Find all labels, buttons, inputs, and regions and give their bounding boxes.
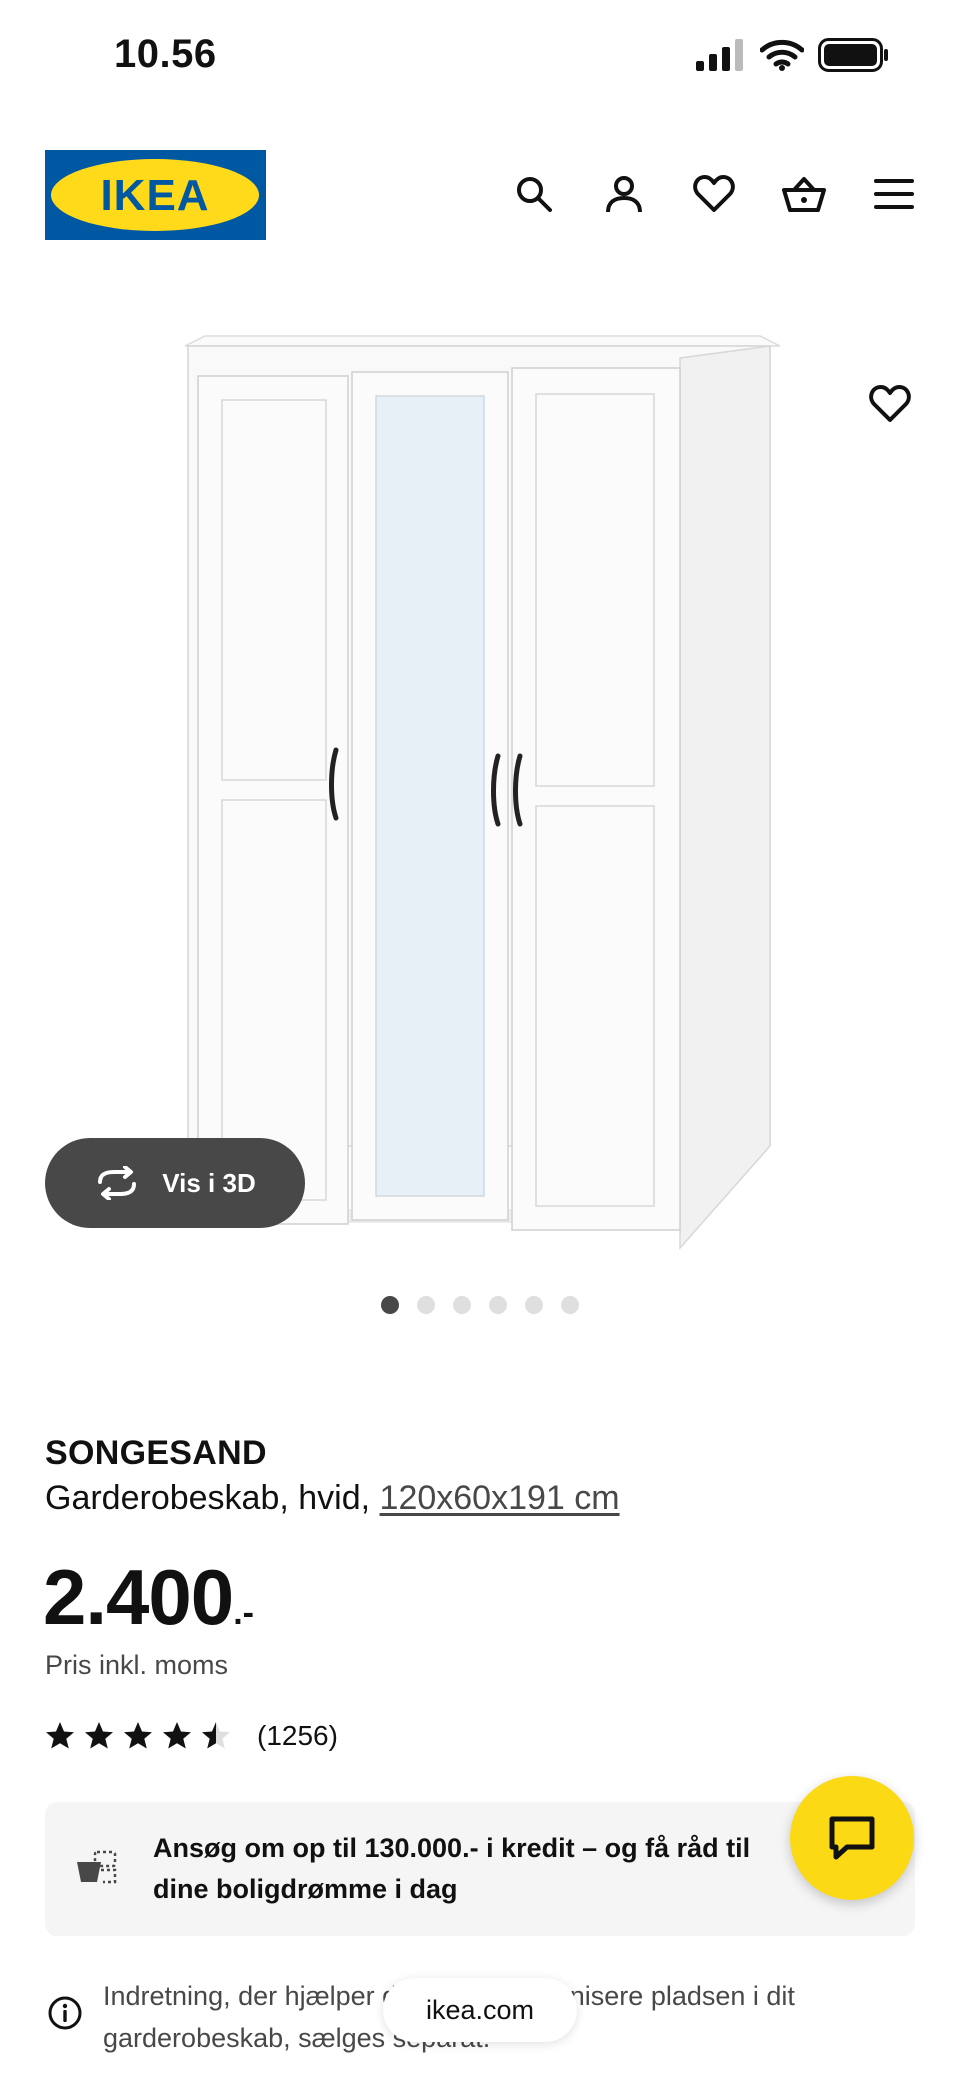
product-type: Garderobeskab, hvid, <box>45 1479 371 1517</box>
gallery-dot[interactable] <box>417 1296 435 1314</box>
product-wishlist-button[interactable] <box>860 374 920 434</box>
search-icon <box>517 177 552 212</box>
site-header: IKEA <box>0 150 960 242</box>
chat-button[interactable] <box>790 1776 914 1900</box>
star-icon <box>85 1722 113 1749</box>
price-suffix: .- <box>233 1594 254 1632</box>
wifi-icon <box>760 39 804 71</box>
wishlist-header-button[interactable] <box>688 168 740 220</box>
gallery-dot[interactable] <box>453 1296 471 1314</box>
review-count: (1256) <box>257 1720 338 1751</box>
credit-banner-text: Ansøg om op til 130.000.- i kredit – og … <box>153 1833 751 1904</box>
wardrobe-image <box>184 335 781 1250</box>
status-time: 10.56 <box>114 32 217 76</box>
browser-url: ikea.com <box>425 1994 535 2025</box>
star-icon <box>46 1722 74 1749</box>
view-in-3d-label: Vis i 3D <box>162 1167 256 1198</box>
gallery-dot[interactable] <box>525 1296 543 1314</box>
header-actions <box>508 168 920 220</box>
info-icon <box>48 1996 82 2030</box>
heart-icon <box>869 385 911 422</box>
search-button[interactable] <box>508 168 560 220</box>
price-amount: 2.400 <box>43 1553 234 1641</box>
star-icon <box>163 1722 191 1749</box>
gallery-dot[interactable] <box>489 1296 507 1314</box>
status-bar: 10.56 <box>0 0 960 115</box>
menu-icon <box>874 179 914 209</box>
status-icons <box>696 38 890 72</box>
svg-text:IKEA: IKEA <box>100 171 209 220</box>
gallery-dot[interactable] <box>561 1296 579 1314</box>
gallery-pagination <box>0 1296 960 1314</box>
gallery-dot[interactable] <box>381 1296 399 1314</box>
basket-icon <box>782 177 826 212</box>
product-image-gallery[interactable]: Vis i 3D <box>0 270 960 1270</box>
credit-banner[interactable]: Ansøg om op til 130.000.- i kredit – og … <box>45 1802 915 1936</box>
heart-icon <box>693 175 735 212</box>
view-in-3d-button[interactable]: Vis i 3D <box>45 1138 305 1228</box>
signal-icon <box>696 39 743 71</box>
star-icon <box>202 1722 230 1749</box>
product-dimensions-link[interactable]: 120x60x191 cm <box>380 1479 620 1517</box>
chat-icon <box>829 1816 875 1860</box>
ikea-logo[interactable]: IKEA <box>45 150 266 240</box>
browser-url-bar[interactable]: ikea.com <box>383 1978 577 2042</box>
star-icon <box>124 1722 152 1749</box>
menu-button[interactable] <box>868 168 920 220</box>
price-note: Pris inkl. moms <box>45 1650 229 1680</box>
account-icon <box>606 176 642 213</box>
battery-icon <box>818 38 888 72</box>
rating-stars <box>45 1721 231 1751</box>
product-description: Garderobeskab, hvid, 120x60x191 cm <box>45 1479 620 1518</box>
credit-card-icon <box>77 1850 117 1884</box>
account-button[interactable] <box>598 168 650 220</box>
product-price: 2.400.- <box>43 1552 254 1643</box>
rotate-3d-icon <box>98 1166 137 1200</box>
product-rating[interactable]: (1256) <box>45 1720 338 1752</box>
product-name: SONGESAND <box>45 1434 267 1472</box>
basket-button[interactable] <box>778 168 830 220</box>
